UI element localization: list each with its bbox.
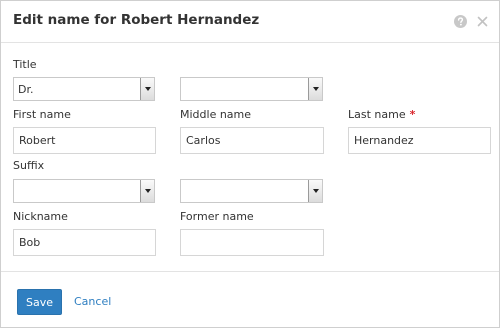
- nickname-label: Nickname: [13, 210, 68, 223]
- middle-name-label: Middle name: [180, 108, 252, 121]
- help-icon[interactable]: [453, 14, 467, 28]
- title-select[interactable]: Dr.: [13, 77, 155, 101]
- title-secondary-select[interactable]: [180, 77, 323, 101]
- last-name-label: Last name *: [348, 108, 415, 121]
- cancel-button[interactable]: Cancel: [74, 295, 111, 308]
- suffix-label: Suffix: [13, 159, 45, 172]
- edit-name-dialog: Edit name for Robert Hernandez Title Dr.…: [0, 0, 500, 328]
- dialog-header: Edit name for Robert Hernandez: [1, 1, 499, 43]
- suffix-select[interactable]: [13, 179, 155, 203]
- former-name-field[interactable]: [180, 229, 324, 256]
- title-select-value: Dr.: [18, 83, 34, 96]
- first-name-field[interactable]: [13, 127, 156, 154]
- title-label: Title: [13, 58, 37, 71]
- nickname-field[interactable]: [13, 229, 156, 256]
- close-icon[interactable]: [475, 14, 489, 28]
- save-button[interactable]: Save: [17, 289, 62, 315]
- chevron-down-icon[interactable]: [140, 180, 154, 202]
- required-marker: *: [409, 108, 416, 121]
- last-name-label-text: Last name: [348, 108, 406, 121]
- chevron-down-icon[interactable]: [140, 78, 154, 100]
- chevron-down-icon[interactable]: [308, 180, 322, 202]
- last-name-field[interactable]: [348, 127, 491, 154]
- former-name-label: Former name: [180, 210, 254, 223]
- dialog-title: Edit name for Robert Hernandez: [13, 12, 260, 28]
- chevron-down-icon[interactable]: [308, 78, 322, 100]
- first-name-label: First name: [13, 108, 71, 121]
- middle-name-field[interactable]: [180, 127, 324, 154]
- suffix-secondary-select[interactable]: [180, 179, 323, 203]
